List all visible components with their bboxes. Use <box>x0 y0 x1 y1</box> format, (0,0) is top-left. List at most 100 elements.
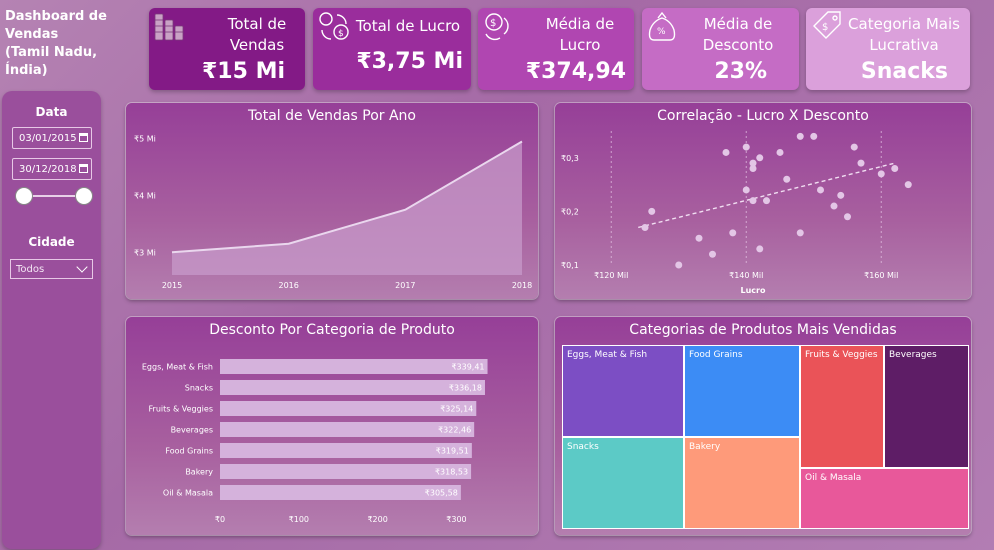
scatter-point <box>763 197 770 205</box>
scatter-point <box>844 213 851 221</box>
x-axis-label: Lucro <box>741 286 766 295</box>
scatter-point <box>904 181 912 189</box>
date-end-field[interactable]: 30/12/2018 <box>12 158 92 180</box>
scatter-point <box>837 191 845 199</box>
kpi-value: Snacks <box>860 59 948 84</box>
scatter-point <box>641 223 649 231</box>
scatter-point <box>742 143 750 151</box>
scatter-point <box>675 261 683 269</box>
x-tick-label: ₹200 <box>367 515 387 524</box>
svg-text:$: $ <box>338 29 344 39</box>
x-tick-label: ₹100 <box>289 515 309 524</box>
kpi-label: Categoria Mais Lucrativa <box>848 15 960 54</box>
bar-value-label: ₹325,14 <box>440 405 473 414</box>
treemap-tile-label: Fruits & Veggies <box>805 350 878 360</box>
treemap-tile-label: Eggs, Meat & Fish <box>567 350 648 360</box>
treemap-tile[interactable]: Snacks <box>562 437 684 529</box>
scatter-point <box>729 229 737 237</box>
date-start-field[interactable]: 03/01/2015 <box>12 127 92 149</box>
scatter-point <box>850 143 858 151</box>
category-label: Fruits & Veggies <box>149 405 213 414</box>
bar-value-label: ₹319,51 <box>436 447 469 456</box>
sales-area-chart: ₹3 Mi ₹4 Mi ₹5 Mi 2015 2016 2017 2018 <box>134 135 532 290</box>
treemap-tile-label: Food Grains <box>689 350 743 360</box>
svg-text:%: % <box>657 27 666 37</box>
date-filter-label: Data <box>35 105 68 119</box>
category-label: Bakery <box>185 468 213 477</box>
scatter-point <box>877 170 885 178</box>
category-label: Snacks <box>185 384 213 393</box>
dashboard-title: Dashboard de Vendas (Tamil Nadu, Índia) <box>5 9 107 78</box>
treemap-tile[interactable]: Beverages <box>884 345 969 468</box>
x-tick-label: ₹300 <box>446 515 466 524</box>
kpi-card-total-sales: Total de Vendas ₹15 Mi <box>149 8 305 90</box>
kpi-card-total-profit: $ Total de Lucro ₹3,75 Mi <box>313 8 471 90</box>
price-tag-icon: $ <box>813 11 841 39</box>
city-select[interactable]: Todos <box>10 259 93 279</box>
kpi-value: 23% <box>714 59 767 84</box>
bar <box>220 401 477 416</box>
kpi-value: ₹3,75 Mi <box>356 49 463 74</box>
y-tick-label: ₹4 Mi <box>134 191 156 200</box>
y-tick-label: ₹0,3 <box>561 154 579 163</box>
x-tick-label: ₹0 <box>215 515 225 524</box>
y-tick-label: ₹0,1 <box>561 261 579 270</box>
x-tick-label: ₹140 Mil <box>729 271 763 280</box>
slider-end-handle[interactable] <box>75 187 93 205</box>
svg-text:$: $ <box>490 18 496 29</box>
scatter-point <box>756 245 764 253</box>
bar <box>220 422 475 437</box>
sales-area <box>172 141 522 275</box>
treemap-tile[interactable]: Bakery <box>684 437 800 529</box>
correlation-card: Correlação - Lucro X Desconto ₹120 Mil ₹1… <box>555 103 971 299</box>
sales-by-year-card: Total de Vendas Por Ano ₹3 Mi ₹4 Mi ₹5 Mi 2… <box>126 103 538 299</box>
y-tick-label: ₹0,2 <box>561 207 579 216</box>
scatter-point <box>756 154 764 162</box>
scatter-point <box>817 186 824 194</box>
scatter-point <box>891 165 899 173</box>
discount-bar-chart: Eggs, Meat & Fish ₹339,41 Snacks ₹336,18 Fru… <box>142 359 488 524</box>
scatter-point <box>830 202 838 210</box>
kpi-label: Total de Vendas <box>227 15 287 54</box>
discount-by-category-card: Desconto Por Categoria de Produto Eggs, … <box>126 317 538 535</box>
kpi-card-top-category: $ Categoria Mais Lucrativa Snacks <box>806 8 970 90</box>
kpi-value: ₹374,94 <box>525 59 626 84</box>
x-tick-label: ₹160 Mil <box>864 271 898 280</box>
kpi-label: Média de Lucro <box>545 15 615 54</box>
y-tick-label: ₹5 Mi <box>134 135 156 144</box>
treemap-tile[interactable]: Eggs, Meat & Fish <box>562 345 684 437</box>
bar-value-label: ₹322,46 <box>438 426 471 435</box>
scatter-point <box>709 250 716 258</box>
y-tick-label: ₹3 Mi <box>134 248 156 257</box>
slider-start-handle[interactable] <box>15 187 33 205</box>
x-tick-label: 2018 <box>512 281 532 290</box>
kpi-card-avg-profit: $ Média de Lucro ₹374,94 <box>478 8 634 90</box>
treemap-tile-label: Beverages <box>889 350 937 360</box>
scatter-point <box>776 148 784 156</box>
scatter-point <box>648 207 656 215</box>
calendar-icon[interactable] <box>79 164 88 173</box>
correlation-scatter-chart: ₹120 Mil ₹140 Mil ₹160 Mil ₹0,1 ₹0,2 ₹0,3 Lucr… <box>561 131 912 295</box>
date-end-value: 30/12/2018 <box>19 164 77 175</box>
money-cycle-icon: $ <box>485 13 509 41</box>
kpi-card-avg-discount: % Média de Desconto 23% <box>642 8 799 90</box>
bar-value-label: ₹336,18 <box>449 384 482 393</box>
treemap-tile-label: Oil & Masala <box>805 473 862 483</box>
scatter-point <box>783 175 791 183</box>
treemap-tile[interactable]: Fruits & Veggies <box>800 345 884 468</box>
bar <box>220 464 472 479</box>
x-tick-label: 2015 <box>162 281 182 290</box>
x-tick-label: 2016 <box>278 281 298 290</box>
bar <box>220 380 485 395</box>
top-categories-card: Categorias de Produtos Mais Vendidas Egg… <box>555 317 971 535</box>
bar <box>220 359 488 374</box>
scatter-point <box>722 148 730 156</box>
bar-value-label: ₹305,58 <box>425 489 458 498</box>
treemap-tile-label: Bakery <box>689 442 721 452</box>
bar-value-label: ₹339,41 <box>451 363 484 372</box>
treemap-tile[interactable]: Oil & Masala <box>800 468 969 529</box>
category-label: Food Grains <box>165 447 213 456</box>
calendar-icon[interactable] <box>79 133 88 142</box>
scatter-point <box>695 234 703 242</box>
treemap-tile[interactable]: Food Grains <box>684 345 800 437</box>
